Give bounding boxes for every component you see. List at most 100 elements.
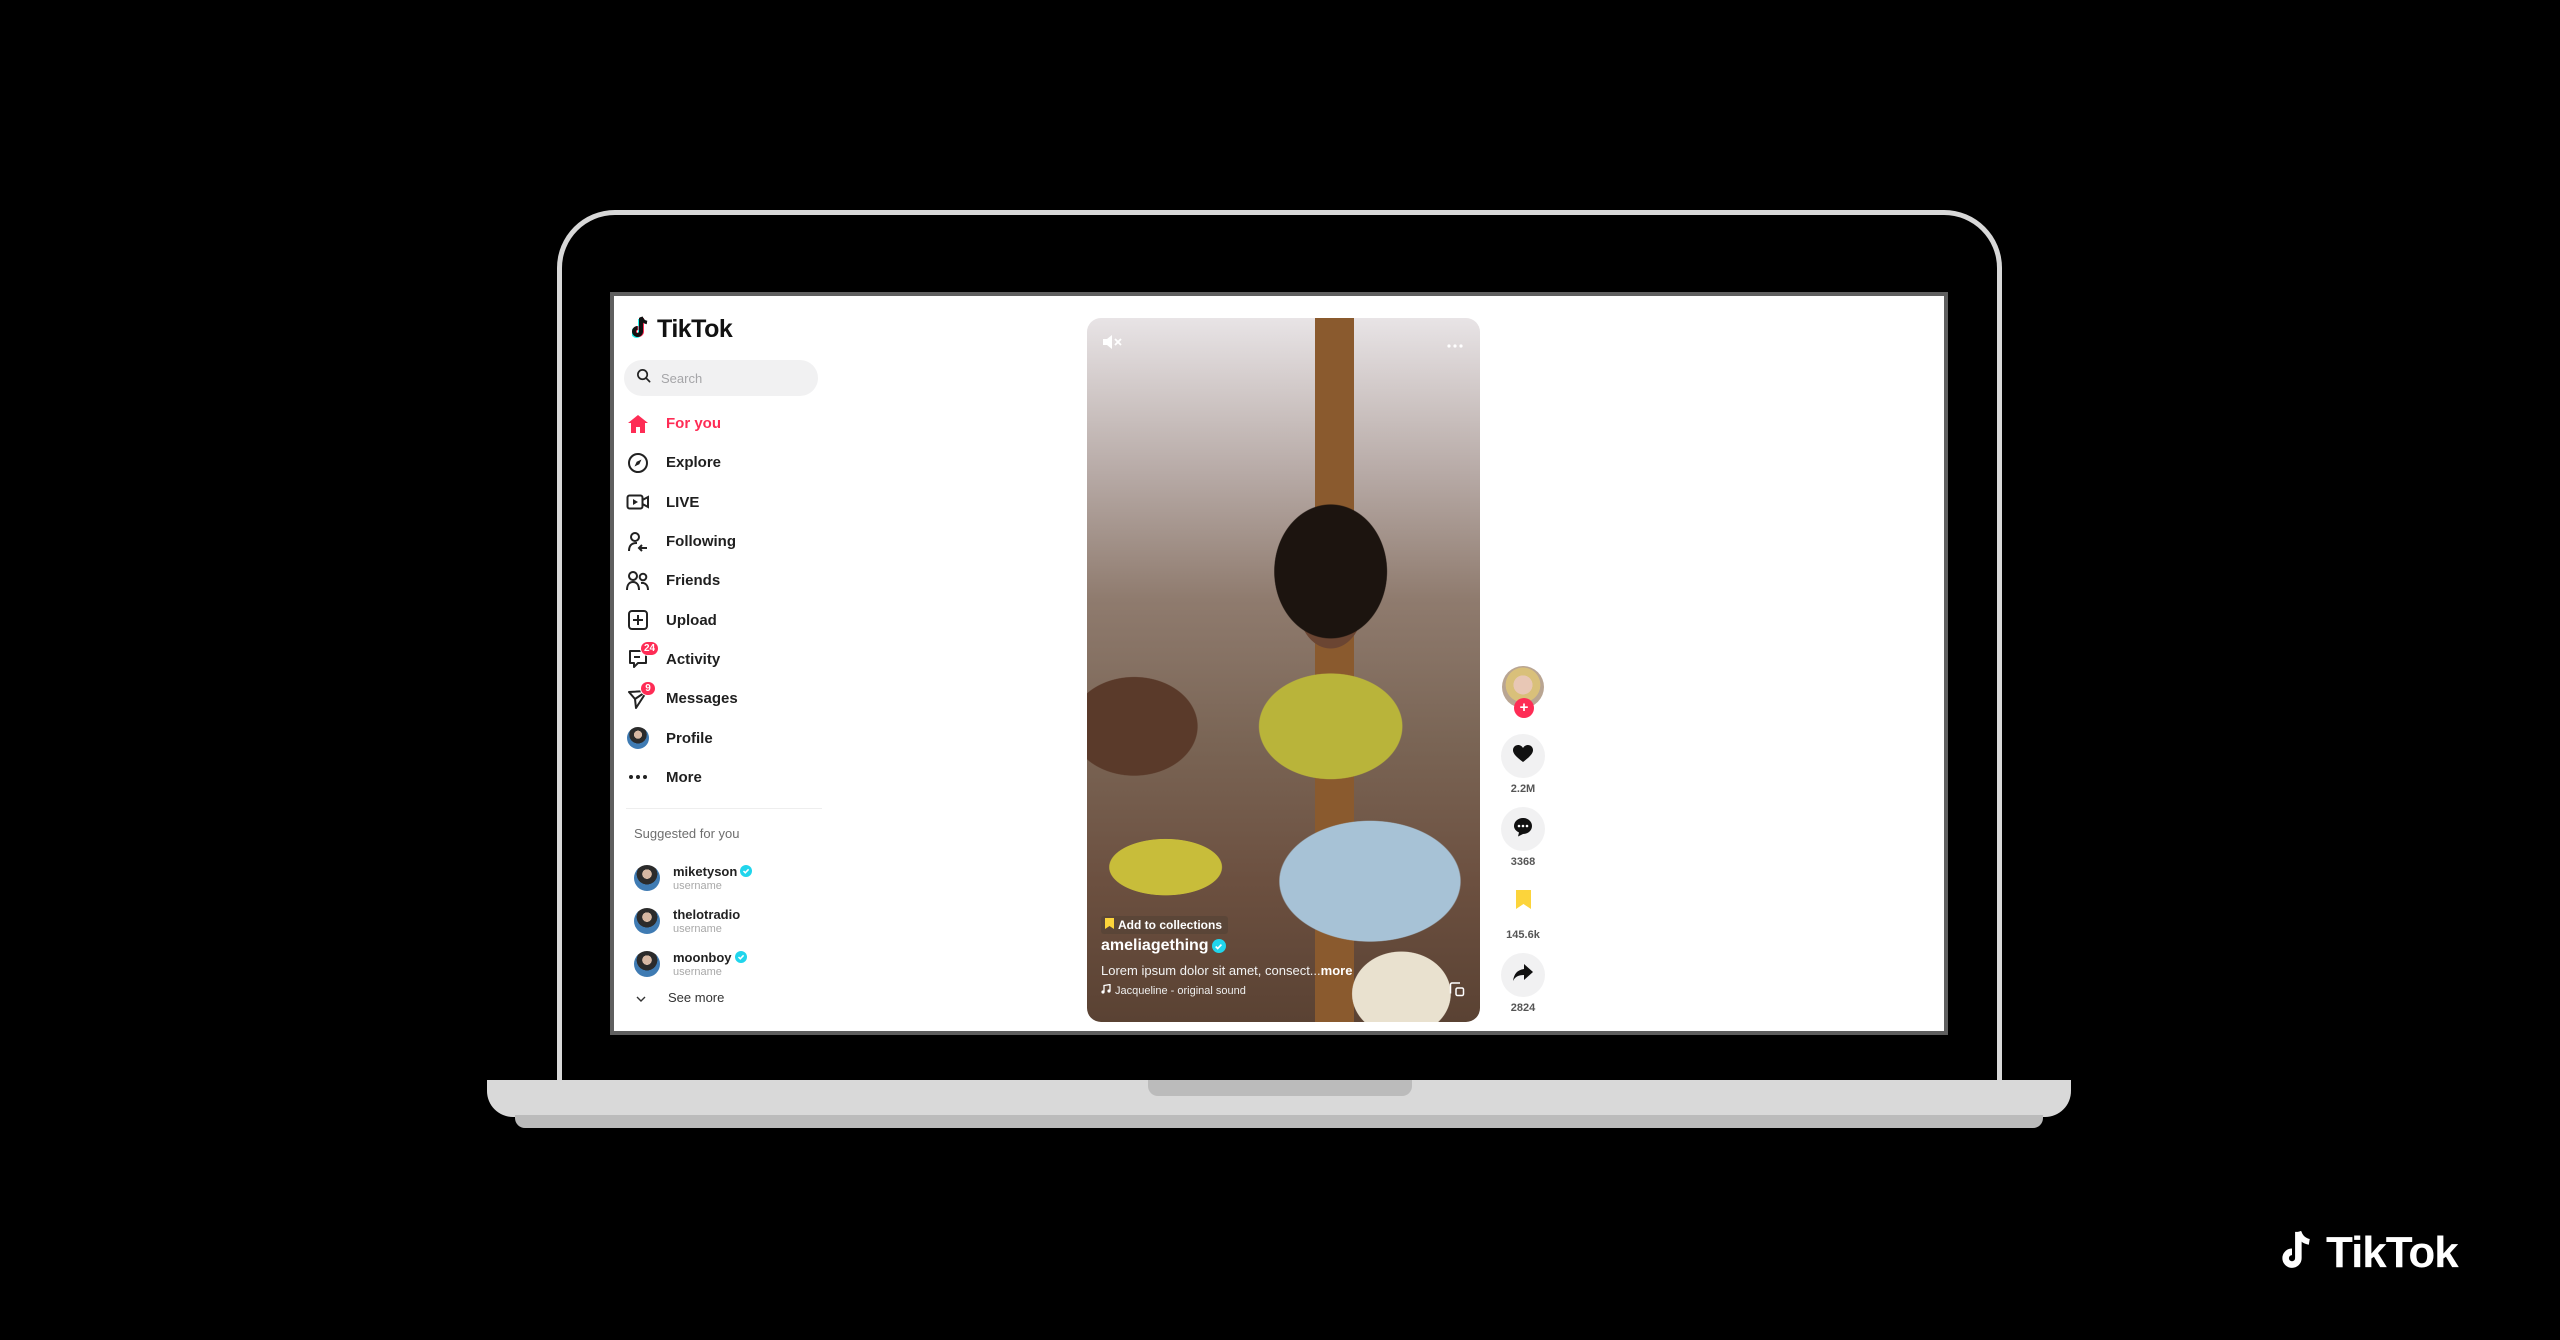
profile-avatar: [626, 726, 650, 750]
creator-avatar[interactable]: +: [1502, 666, 1544, 718]
sidebar-item-for-you[interactable]: For you: [626, 404, 826, 443]
share-count: 2824: [1510, 1002, 1536, 1014]
laptop-base-foot: [515, 1115, 2043, 1128]
collections-label: Add to collections: [1118, 918, 1223, 932]
account-username: username: [673, 879, 722, 892]
more-dots-icon: [626, 765, 650, 789]
video-author[interactable]: ameliagething: [1101, 937, 1226, 955]
muted-speaker-icon: [1102, 334, 1124, 355]
compass-icon: [626, 451, 650, 475]
video-actions: + 2.2M 3368 145.6k 2824: [1501, 666, 1545, 1026]
sidebar-item-label: Upload: [666, 611, 717, 629]
share-button[interactable]: [1501, 953, 1545, 997]
activity-icon: 24: [626, 641, 660, 671]
sidebar-divider: [626, 808, 822, 809]
search-input[interactable]: [661, 370, 801, 386]
tiktok-note-icon: [2282, 1226, 2322, 1279]
activity-badge: 24: [640, 641, 660, 657]
add-to-collections-button[interactable]: Add to collections: [1101, 916, 1229, 934]
tiktok-note-icon: [631, 314, 654, 345]
friends-icon: [626, 569, 650, 593]
sidebar-item-upload[interactable]: Upload: [626, 600, 826, 639]
follow-plus-icon[interactable]: +: [1514, 698, 1534, 718]
author-name: ameliagething: [1101, 937, 1209, 954]
like-button[interactable]: [1501, 734, 1545, 778]
comment-count: 3368: [1510, 856, 1536, 868]
see-more-label: See more: [668, 990, 725, 1005]
sidebar-item-label: Activity: [666, 650, 721, 668]
search-box[interactable]: [624, 360, 818, 396]
sidebar-item-label: Friends: [666, 572, 721, 590]
following-icon: [626, 530, 650, 554]
account-name-row: miketyson: [673, 863, 753, 879]
sidebar-item-label: Explore: [666, 454, 722, 472]
suggested-account[interactable]: miketyson username: [634, 856, 753, 899]
suggested-accounts: miketyson username thelotradio username: [634, 856, 753, 985]
comment-button[interactable]: [1501, 807, 1545, 851]
sidebar-item-label: Following: [666, 533, 736, 551]
video-caption: Lorem ipsum dolor sit amet, consect...mo…: [1101, 963, 1352, 978]
bookmark-icon: [1105, 918, 1114, 932]
account-name-row: moonboy: [673, 950, 747, 965]
sidebar-item-live[interactable]: LIVE: [626, 483, 826, 522]
suggested-account[interactable]: moonboy username: [634, 942, 752, 985]
pip-icon: [1449, 981, 1465, 1002]
account-name-row: thelotradio: [673, 907, 740, 922]
verified-badge-icon: [740, 865, 753, 877]
sound-label: Jacqueline - original sound: [1115, 984, 1246, 997]
tiktok-wordmark: TikTok: [2326, 1227, 2459, 1277]
bookmark-icon: [1515, 890, 1531, 914]
picture-in-picture-button[interactable]: [1448, 981, 1466, 1002]
music-note-icon: [1101, 983, 1111, 997]
laptop-notch: [1148, 1080, 1412, 1096]
messages-icon: 9: [626, 680, 656, 711]
sidebar-item-profile[interactable]: Profile: [626, 718, 826, 757]
tiktok-logo[interactable]: TikTok: [631, 314, 733, 345]
suggested-title: Suggested for you: [634, 826, 740, 841]
verified-badge-icon: [734, 951, 747, 963]
save-button[interactable]: [1501, 880, 1545, 924]
tiktok-wordmark: TikTok: [657, 315, 733, 343]
account-name: moonboy: [673, 949, 732, 965]
caption-text: Lorem ipsum dolor sit amet, consect...: [1101, 963, 1321, 978]
upload-icon: [626, 608, 650, 632]
sidebar-item-friends[interactable]: Friends: [626, 561, 826, 600]
video-player[interactable]: Add to collections ameliagething Lorem i…: [1087, 318, 1480, 1022]
share-arrow-icon: [1513, 963, 1533, 987]
save-count: 145.6k: [1506, 929, 1540, 941]
messages-badge: 9: [640, 680, 656, 696]
account-username: username: [673, 922, 722, 935]
avatar: [634, 907, 660, 934]
account-name: thelotradio: [673, 906, 741, 922]
heart-icon: [1513, 744, 1533, 768]
tiktok-web-app: TikTok For you Explore: [614, 296, 1944, 1031]
live-video-icon: [626, 490, 650, 514]
verified-badge-icon: [1211, 939, 1226, 953]
sidebar-item-label: LIVE: [666, 493, 700, 511]
video-options-button[interactable]: [1444, 334, 1466, 354]
sidebar-item-more[interactable]: More: [626, 758, 826, 797]
sidebar-nav: For you Explore LIVE Following Friends U…: [626, 404, 826, 797]
comment-icon: [1513, 817, 1533, 842]
like-count: 2.2M: [1510, 783, 1536, 795]
tiktok-watermark: TikTok: [2282, 1226, 2459, 1279]
sidebar-item-label: More: [666, 768, 702, 786]
home-icon: [626, 412, 650, 436]
sidebar-item-label: For you: [666, 415, 721, 433]
sidebar-item-activity[interactable]: 24 Activity: [626, 640, 826, 679]
more-dots-icon: [1447, 335, 1463, 353]
avatar: [634, 950, 660, 977]
account-name: miketyson: [673, 863, 738, 879]
video-sound[interactable]: Jacqueline - original sound: [1101, 983, 1246, 997]
sidebar-item-explore[interactable]: Explore: [626, 443, 826, 482]
avatar: [634, 864, 660, 891]
mute-button[interactable]: [1101, 334, 1125, 354]
caption-more-link[interactable]: more: [1321, 963, 1353, 978]
stage: TikTok For you Explore: [0, 0, 2560, 1340]
sidebar-item-following[interactable]: Following: [626, 522, 826, 561]
chevron-down-icon: [636, 990, 646, 1005]
see-more-button[interactable]: See more: [636, 990, 724, 1005]
search-icon: [636, 368, 651, 388]
suggested-account[interactable]: thelotradio username: [634, 899, 752, 942]
sidebar-item-messages[interactable]: 9 Messages: [626, 679, 826, 718]
